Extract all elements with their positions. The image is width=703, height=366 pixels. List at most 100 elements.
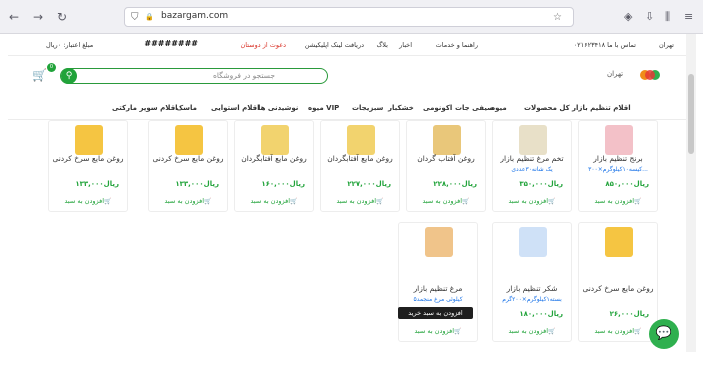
category-menu: اقلام تنظیم بازار کل محصولات میوه صیفی جات ا…: [8, 96, 686, 120]
forward-icon[interactable]: →: [30, 9, 46, 25]
menu-item-4[interactable]: اکونومی: [423, 104, 452, 112]
search-icon[interactable]: ⚲: [61, 68, 77, 84]
add-to-cart-tooltip: افزودن به سبد خرید: [398, 307, 473, 319]
site-logo[interactable]: تهران: [605, 66, 665, 84]
product-name[interactable]: روغن مایع سرخ کردنی: [49, 154, 127, 163]
add-to-cart-button[interactable]: افزودن به سبد🛒: [49, 197, 127, 205]
product-image[interactable]: [433, 125, 461, 155]
add-to-cart-label: افزودن به سبد: [422, 197, 463, 205]
product-image[interactable]: [605, 125, 633, 155]
address-bar[interactable]: ⛉ 🔒 bazargam.com ☆: [124, 7, 574, 27]
reload-icon[interactable]: ↻: [54, 9, 70, 25]
add-to-cart-button[interactable]: افزودن به سبد🛒: [579, 327, 657, 335]
product-name[interactable]: روغن مایع سرخ کردنی: [579, 284, 657, 293]
cart-icon[interactable]: 🛒: [32, 68, 48, 82]
product-image[interactable]: [425, 227, 453, 257]
product-name[interactable]: روغن مایع آفتابگردان: [235, 154, 313, 163]
download-icon[interactable]: ⇩: [645, 9, 654, 25]
product-image[interactable]: [519, 125, 547, 155]
blog-link[interactable]: بلاگ: [376, 41, 388, 49]
product-card[interactable]: مرغ تنظیم بازار۵کیلوئی مرغ منجمد۱,۰۰۰,۰۰…: [398, 222, 478, 342]
product-card[interactable]: روغن آفتاب گردان ۲۲۸,۰۰۰ریال افزودن به سبد…: [406, 120, 486, 212]
product-price: ۳۵۰,۰۰۰ریال: [519, 180, 563, 188]
pocket-icon[interactable]: ◈: [624, 9, 632, 25]
menu-item-10[interactable]: ماسک: [176, 104, 197, 112]
product-price: ۱۸۰,۰۰۰ریال: [519, 310, 563, 318]
product-name[interactable]: تخم مرغ تنظیم بازار: [493, 154, 571, 163]
cart-plus-icon: 🛒: [634, 328, 642, 335]
credit-balance[interactable]: مبلغ اعتبار: ۰ریال: [46, 41, 93, 49]
menu-icon[interactable]: ≡: [684, 9, 693, 25]
search-input[interactable]: جستجو در فروشگاه: [213, 71, 275, 80]
add-to-cart-label: افزودن به سبد: [508, 327, 549, 335]
menu-item-6[interactable]: سبزیجات: [352, 104, 383, 112]
product-card[interactable]: تخم مرغ تنظیم بازار یک شانه۳۰عددی ۳۵۰,۰۰۰ر…: [492, 120, 572, 212]
product-card[interactable]: روغن مایع سرخ کردنی ۱۳۳,۰۰۰ریال افزودن به …: [148, 120, 228, 212]
cart-plus-icon: 🛒: [462, 198, 470, 205]
product-name[interactable]: شکر تنظیم بازار: [493, 284, 571, 293]
city-select[interactable]: تهران: [659, 41, 674, 49]
product-image[interactable]: [347, 125, 375, 155]
product-name[interactable]: روغن مایع سرخ کردنی: [149, 154, 227, 163]
menu-item-5[interactable]: خشکبار: [388, 104, 414, 112]
product-image[interactable]: [175, 125, 203, 155]
product-subtitle: ۵کیلوئی مرغ منجمد: [413, 296, 463, 303]
search-bar[interactable]: جستجو در فروشگاه ⚲: [60, 68, 328, 84]
product-price: ۲۲۸,۰۰۰ریال: [433, 180, 477, 188]
add-to-cart-button[interactable]: افزودن به سبد🛒: [493, 197, 571, 205]
add-to-cart-button[interactable]: افزودن به سبد🛒: [399, 327, 477, 335]
product-card[interactable]: شکر تنظیم بازار بسته۱کیلوگرم×۲۰۰گرم ۱۸۰,۰۰…: [492, 222, 572, 342]
add-to-cart-button[interactable]: افزودن به سبد🛒: [407, 197, 485, 205]
contact-link[interactable]: تماس با ما ۰۲۱۶۲۳۴۱۸: [574, 41, 636, 49]
product-price: ۱۶۰,۰۰۰ریال: [261, 180, 305, 188]
product-card[interactable]: برنج تنظیم بازار کیسه۱۰کیلوگرم×۳۰۰... ۸۵۰,…: [578, 120, 658, 212]
chat-support-button[interactable]: 💬: [649, 319, 679, 349]
product-name[interactable]: برنج تنظیم بازار: [579, 154, 657, 163]
product-name[interactable]: مرغ تنظیم بازار: [399, 284, 477, 293]
guide-link[interactable]: راهنما و خدمات: [436, 41, 478, 49]
library-icon[interactable]: ⫼: [665, 9, 670, 25]
menu-item-3[interactable]: صیفی جات: [455, 104, 494, 112]
add-to-cart-button[interactable]: افزودن به سبد🛒: [149, 197, 227, 205]
app-link[interactable]: دریافت لینک اپلیکیشن: [305, 41, 364, 49]
menu-item-9[interactable]: اقلام استوایی: [211, 104, 260, 112]
add-to-cart-label: افزودن به سبد: [250, 197, 291, 205]
product-price: ۲۶,۰۰۰ریال: [609, 310, 649, 318]
news-link[interactable]: اخبار: [399, 41, 412, 49]
cart-plus-icon: 🛒: [548, 328, 556, 335]
scrollbar-thumb[interactable]: [688, 74, 694, 154]
product-image[interactable]: [605, 227, 633, 257]
menu-item-1[interactable]: کل محصولات: [524, 104, 570, 112]
product-name[interactable]: روغن آفتاب گردان: [407, 154, 485, 163]
product-card[interactable]: روغن مایع سرخ کردنی ۲۶,۰۰۰ریال افزودن به س…: [578, 222, 658, 342]
add-to-cart-button[interactable]: افزودن به سبد🛒: [321, 197, 399, 205]
add-to-cart-button[interactable]: افزودن به سبد🛒: [579, 197, 657, 205]
bookmark-star-icon[interactable]: ☆: [553, 11, 562, 24]
menu-item-7[interactable]: میوه VIP: [308, 104, 339, 112]
shield-icon[interactable]: ⛉: [131, 11, 139, 24]
invite-link[interactable]: دعوت از دوستان: [240, 41, 286, 49]
cart-plus-icon: 🛒: [104, 198, 112, 205]
product-image[interactable]: [519, 227, 547, 257]
cart-plus-icon: 🛒: [204, 198, 212, 205]
add-to-cart-button[interactable]: افزودن به سبد🛒: [235, 197, 313, 205]
add-to-cart-label: افزودن به سبد: [414, 327, 455, 335]
url-text[interactable]: bazargam.com: [161, 11, 228, 21]
add-to-cart-button[interactable]: افزودن به سبد🛒: [493, 327, 571, 335]
back-icon[interactable]: ←: [6, 9, 22, 25]
lock-icon[interactable]: 🔒: [145, 11, 154, 24]
top-strip: تهران تماس با ما ۰۲۱۶۲۳۴۱۸ راهنما و خدما…: [8, 34, 686, 56]
menu-item-11[interactable]: اقلام سوپر مارکتی: [112, 104, 178, 112]
scrollbar[interactable]: [686, 34, 696, 352]
product-card[interactable]: روغن مایع آفتابگردان ۲۲۷,۰۰۰ریال افزودن به…: [320, 120, 400, 212]
chat-icon: 💬: [655, 326, 673, 341]
menu-item-0[interactable]: اقلام تنظیم بازار: [572, 104, 631, 112]
menu-item-8[interactable]: نوشیدنی ها: [258, 104, 298, 112]
product-card[interactable]: روغن مایع آفتابگردان ۱۶۰,۰۰۰ریال افزودن به…: [234, 120, 314, 212]
cart-count-badge: 0: [47, 63, 56, 72]
add-to-cart-label: افزودن به سبد: [164, 197, 205, 205]
product-image[interactable]: [261, 125, 289, 155]
product-image[interactable]: [75, 125, 103, 155]
product-name[interactable]: روغن مایع آفتابگردان: [321, 154, 399, 163]
product-card[interactable]: روغن مایع سرخ کردنی ۱۳۳,۰۰۰ریال افزودن به …: [48, 120, 128, 212]
